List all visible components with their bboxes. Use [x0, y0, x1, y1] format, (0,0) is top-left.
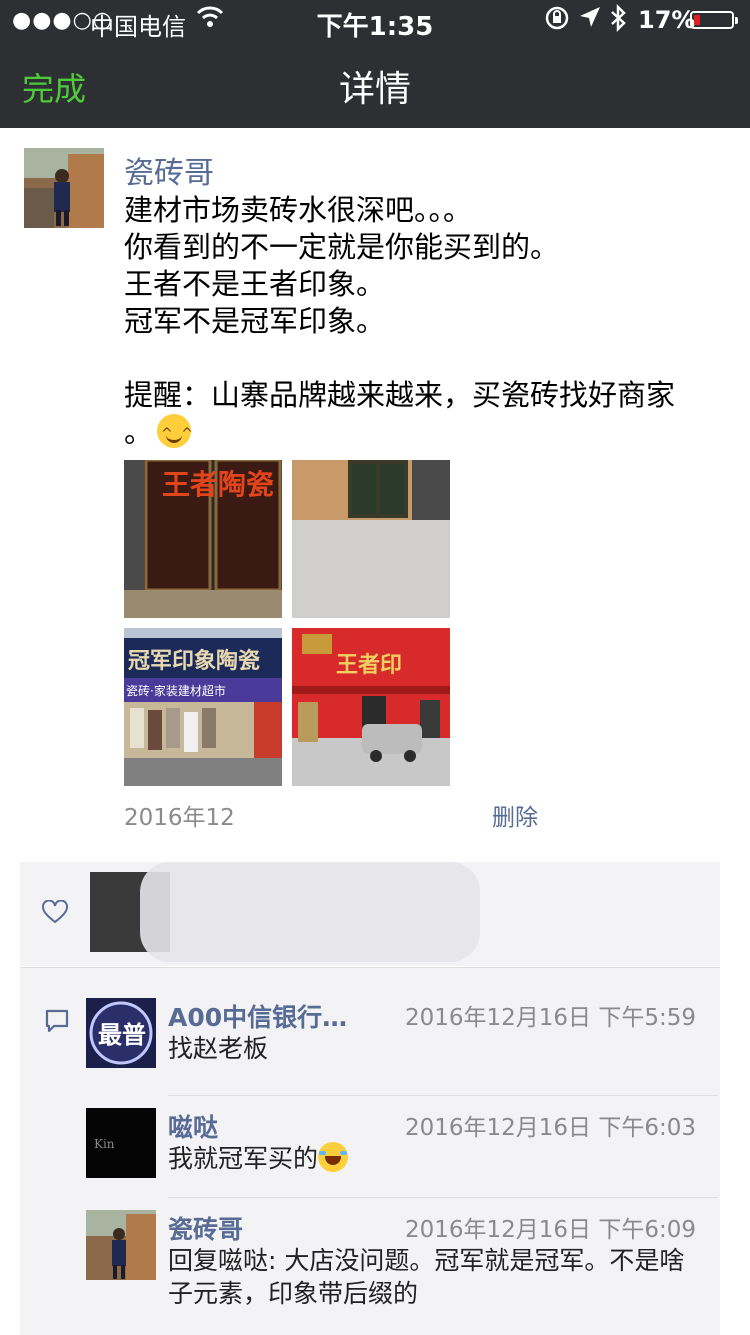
avatar-text: 最普: [98, 1021, 146, 1049]
location-arrow-icon: [578, 5, 602, 35]
post-line: 建材市场卖砖水很深吧。。。: [124, 193, 473, 227]
delete-button[interactable]: 删除: [492, 798, 538, 832]
post-photo-3[interactable]: 冠军印象陶瓷 瓷砖·家装建材超市: [124, 628, 282, 786]
avatar-text: Kin: [94, 1137, 115, 1151]
post-text: 建材市场卖砖水很深吧。。。 你看到的不一定就是你能买到的。 王者不是王者印象。 …: [124, 192, 724, 453]
post-line: 冠军不是冠军印象。: [124, 304, 386, 338]
comment-text: 我就冠军买的: [168, 1142, 688, 1175]
post-photo-2[interactable]: [292, 460, 450, 618]
comment-text-content: 我就冠军买的: [168, 1144, 319, 1173]
photo-sign-text: 王者陶瓷: [162, 468, 274, 501]
post-line: 王者不是王者印象。: [124, 267, 386, 301]
comment-item[interactable]: 瓷砖哥 2016年12月16日 下午6:09 回复嗞哒: 大店没问题。冠军就是冠…: [86, 1210, 716, 1330]
post-line: 提醒：山寨品牌越来越来，买瓷砖找好商家: [124, 378, 676, 412]
heart-icon: [42, 899, 68, 928]
nav-bar: 完成 详情: [0, 40, 750, 128]
photo-sign-text: 王者印: [336, 653, 402, 678]
battery-level-fill: [694, 15, 700, 25]
battery-percent: 17%: [638, 6, 696, 34]
laugh-emoji-icon: [318, 1142, 349, 1172]
comment-item[interactable]: Kin 嗞哒 2016年12月16日 下午6:03 我就冠军买的: [86, 1108, 716, 1198]
comment-bubble-icon: [44, 1008, 70, 1038]
comment-time: 2016年12月16日 下午6:03: [404, 1115, 696, 1141]
bluetooth-icon: [608, 3, 628, 38]
comment-text: 回复嗞哒: 大店没问题。冠军就是冠军。不是啥子元素，印象带后缀的: [168, 1246, 685, 1308]
post-photo-4[interactable]: 王者印: [292, 628, 450, 786]
post-line: 你看到的不一定就是你能买到的。: [124, 230, 560, 264]
post-line: 。: [124, 415, 154, 449]
rotation-lock-icon: [544, 5, 570, 37]
comment-time: 2016年12月16日 下午6:09: [404, 1217, 696, 1243]
comment-text: 找赵老板: [168, 1034, 269, 1063]
divider: [168, 1095, 718, 1096]
comment-item[interactable]: 最普 A00中信银行… 2016年12月16日 下午5:59 找赵老板: [86, 998, 716, 1098]
post-timestamp: 2016年12: [124, 805, 235, 831]
commenter-avatar[interactable]: Kin: [86, 1108, 156, 1178]
author-avatar[interactable]: [24, 148, 104, 228]
commenter-name[interactable]: 瓷砖哥: [168, 1210, 243, 1246]
post-line: [124, 340, 724, 377]
battery-icon: [690, 11, 738, 29]
commenter-avatar[interactable]: 最普: [86, 998, 156, 1068]
smile-emoji-icon: [157, 414, 195, 453]
page-title: 详情: [338, 69, 411, 110]
commenter-name[interactable]: 嗞哒: [168, 1108, 218, 1144]
commenter-avatar[interactable]: [86, 1210, 156, 1280]
status-bar: ●●●○○ 中国电信 下午1:35 17%: [0, 0, 750, 42]
post-photo-1[interactable]: 王者陶瓷: [124, 460, 282, 618]
like-section: [20, 862, 720, 966]
commenter-name[interactable]: A00中信银行…: [168, 998, 347, 1034]
obscured-region: [140, 862, 480, 962]
photo-sign-text: 瓷砖·家装建材超市: [126, 683, 226, 698]
comment-time: 2016年12月16日 下午5:59: [404, 1005, 696, 1031]
post-author[interactable]: 瓷砖哥: [124, 148, 214, 192]
comment-section: 最普 A00中信银行… 2016年12月16日 下午5:59 找赵老板 Kin …: [20, 967, 720, 1335]
divider: [168, 1197, 718, 1198]
photo-sign-text: 冠军印象陶瓷: [128, 648, 260, 674]
